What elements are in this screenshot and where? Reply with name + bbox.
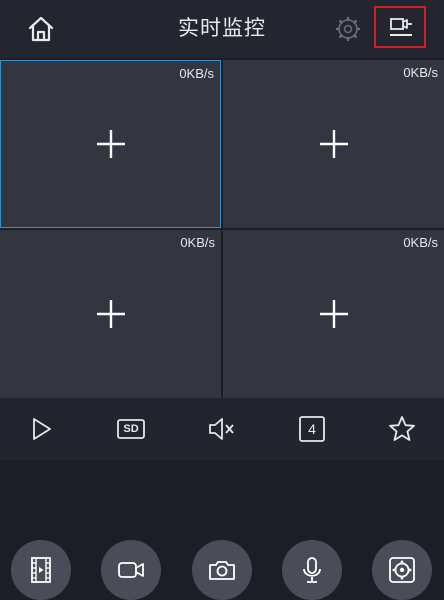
ptz-button[interactable] bbox=[372, 540, 432, 600]
video-camera-icon bbox=[118, 562, 144, 578]
playback-control-bar: SD 4 bbox=[0, 398, 444, 460]
video-pane-3[interactable]: 0KB/s bbox=[0, 230, 221, 398]
video-pane-1[interactable]: 0KB/s bbox=[0, 60, 221, 228]
playback-button[interactable] bbox=[11, 540, 71, 600]
film-icon bbox=[31, 557, 51, 583]
play-icon bbox=[33, 418, 51, 440]
plus-icon[interactable] bbox=[95, 128, 127, 160]
star-icon bbox=[389, 416, 415, 441]
snapshot-button[interactable] bbox=[192, 540, 252, 600]
bitrate-label: 0KB/s bbox=[403, 65, 438, 80]
play-button[interactable] bbox=[26, 413, 58, 445]
layout-switch-icon bbox=[390, 18, 412, 36]
plus-icon[interactable] bbox=[318, 128, 350, 160]
video-pane-2[interactable]: 0KB/s bbox=[223, 60, 444, 228]
settings-button[interactable] bbox=[334, 15, 362, 43]
sd-quality-button[interactable]: SD bbox=[115, 413, 147, 445]
plus-icon[interactable] bbox=[95, 298, 127, 330]
microphone-icon bbox=[303, 557, 321, 583]
live-monitor-screen: 实时监控 0KB/s 0KB/s 0KB/s 0KB/s SD 4 bbox=[0, 0, 444, 600]
video-pane-4[interactable]: 0KB/s bbox=[223, 230, 444, 398]
bitrate-label: 0KB/s bbox=[403, 235, 438, 250]
talk-button[interactable] bbox=[282, 540, 342, 600]
favorite-button[interactable] bbox=[386, 413, 418, 445]
plus-icon[interactable] bbox=[318, 298, 350, 330]
mute-button[interactable] bbox=[205, 413, 237, 445]
bitrate-label: 0KB/s bbox=[180, 235, 215, 250]
speaker-muted-icon bbox=[209, 418, 234, 440]
sd-label: SD bbox=[123, 423, 139, 435]
action-panel bbox=[0, 460, 444, 600]
ptz-icon bbox=[389, 557, 415, 583]
gear-icon bbox=[335, 16, 361, 42]
header-bar: 实时监控 bbox=[0, 0, 444, 58]
record-button[interactable] bbox=[101, 540, 161, 600]
video-grid: 0KB/s 0KB/s 0KB/s 0KB/s bbox=[0, 58, 444, 398]
camera-icon bbox=[209, 561, 235, 580]
split-count-label: 4 bbox=[308, 421, 316, 437]
split-screen-button[interactable]: 4 bbox=[296, 413, 328, 445]
layout-switch-button[interactable] bbox=[374, 6, 426, 48]
bitrate-label: 0KB/s bbox=[179, 66, 214, 81]
